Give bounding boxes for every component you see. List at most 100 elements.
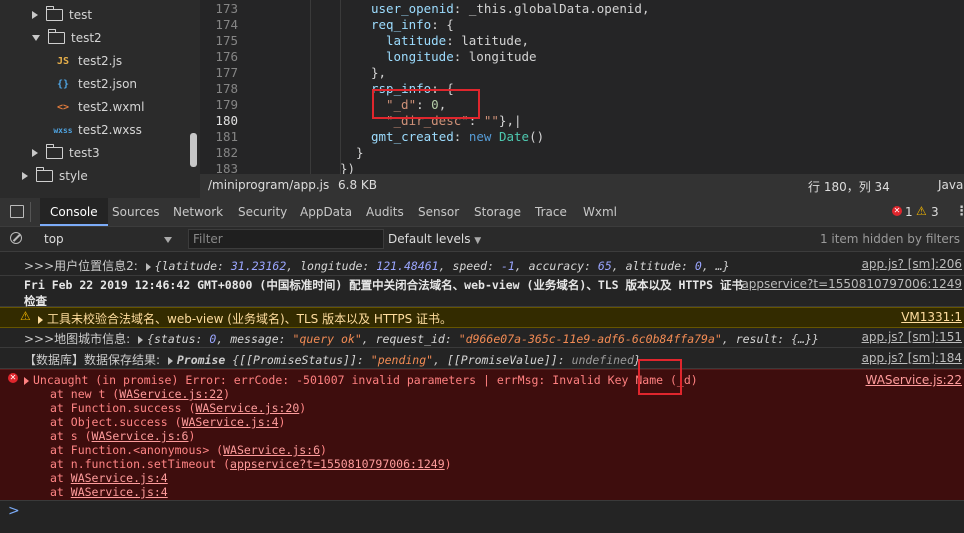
tree-scrollbar[interactable] <box>190 133 197 167</box>
js-file-icon: JS <box>56 55 70 67</box>
tree-item-test2-json[interactable]: {} test2.json <box>52 73 137 95</box>
highlight-box <box>372 89 480 119</box>
tree-item-test2-js[interactable]: JS test2.js <box>52 50 122 72</box>
stack-frame: at n.function.setTimeout (appservice?t=1… <box>50 457 452 471</box>
editor-status-bar: /miniprogram/app.js 6.8 KB 行 180，列 34 Ja… <box>200 174 964 198</box>
message-text: >>>用户位置信息2: {latitude: 31.23162, longitu… <box>24 257 730 274</box>
tree-item-label: test2.js <box>78 54 123 68</box>
stack-frame: at Function.success (WAService.js:20) <box>50 401 307 415</box>
stack-link[interactable]: WAService.js:4 <box>71 471 168 485</box>
warning-icon: ⚠ <box>20 309 31 323</box>
highlight-box <box>638 359 682 395</box>
tab-storage[interactable]: Storage <box>474 198 521 226</box>
stack-frame: at new t (WAService.js:22) <box>50 387 231 401</box>
caret-right-icon[interactable] <box>32 149 38 157</box>
context-selector[interactable]: top <box>38 227 178 251</box>
error-icon: ✕ <box>892 206 902 216</box>
tab-sensor[interactable]: Sensor <box>418 198 459 226</box>
caret-right-icon[interactable] <box>22 172 28 180</box>
source-link[interactable]: app.js? [sm]:206 <box>862 257 962 271</box>
more-menu-icon[interactable]: ⋮ <box>955 204 964 219</box>
context-value: top <box>44 232 64 246</box>
stack-link[interactable]: appservice?t=1550810797006:1249 <box>230 457 445 471</box>
line-number: 173 <box>215 1 238 16</box>
wxml-file-icon: <> <box>56 101 70 113</box>
stack-frame: at s (WAService.js:6) <box>50 429 196 443</box>
log-object[interactable]: {latitude: 31.23162, longitude: 121.4846… <box>155 259 730 273</box>
console-message: 【数据库】数据保存结果: Promise {[[PromiseStatus]]:… <box>0 348 964 369</box>
tab-console[interactable]: Console <box>40 198 108 226</box>
stack-link[interactable]: WAService.js:22 <box>119 387 223 401</box>
message-text: 工具未校验合法域名、web-view (业务域名)、TLS 版本以及 HTTPS… <box>34 310 452 327</box>
log-object[interactable]: Promise {[[PromiseStatus]]: "pending", [… <box>177 353 641 367</box>
filter-input[interactable]: Filter <box>188 229 384 249</box>
source-link[interactable]: VM1331:1 <box>901 310 962 324</box>
log-object[interactable]: {status: 0, message: "query ok", request… <box>147 332 819 346</box>
language-mode[interactable]: Java <box>938 178 963 192</box>
expand-triangle-icon[interactable] <box>138 335 144 344</box>
console-prompt[interactable]: > <box>8 503 20 519</box>
log-prefix: >>>地图城市信息: <box>24 332 131 346</box>
line-number: 181 <box>215 129 238 144</box>
tab-wxml[interactable]: Wxml <box>583 198 617 226</box>
file-tree: test test2 JS test2.js {} test2.json <> … <box>0 0 200 198</box>
line-number: 174 <box>215 17 238 32</box>
line-number: 182 <box>215 145 238 160</box>
code-line: latitude: latitude, <box>386 33 530 48</box>
source-link[interactable]: appservice?t=1550810797006:1249 <box>741 277 962 291</box>
source-link[interactable]: app.js? [sm]:184 <box>862 351 962 365</box>
tab-audits[interactable]: Audits <box>366 198 404 226</box>
tab-network[interactable]: Network <box>173 198 223 226</box>
code-editor[interactable]: 173 174 175 176 177 178 179 180 181 182 … <box>200 0 964 174</box>
line-number: 183 <box>215 161 238 174</box>
folder-icon <box>45 144 63 159</box>
code-line: req_info: { <box>371 17 454 32</box>
line-number-current: 180 <box>215 113 238 128</box>
wxss-file-icon: wxss <box>53 125 73 135</box>
log-line: Fri Feb 22 2019 12:46:42 GMT+0800 (中国标准时… <box>24 278 743 292</box>
tree-item-test2-wxml[interactable]: <> test2.wxml <box>52 96 144 118</box>
stack-frame: at Function.<anonymous> (WAService.js:6) <box>50 443 327 457</box>
cursor-position: 行 180，列 34 <box>808 180 890 194</box>
expand-triangle-icon[interactable] <box>167 356 173 365</box>
source-link[interactable]: WAService.js:22 <box>866 373 962 387</box>
tree-item-style[interactable]: style <box>22 165 88 187</box>
ide-top-area: test test2 JS test2.js {} test2.json <> … <box>0 0 964 198</box>
devtools-tabbar: Console Sources Network Security AppData… <box>0 198 964 227</box>
tab-trace[interactable]: Trace <box>535 198 567 226</box>
tree-item-test3[interactable]: test3 <box>32 142 100 164</box>
expand-triangle-icon[interactable] <box>24 376 29 385</box>
folder-icon <box>35 167 53 182</box>
expand-triangle-icon[interactable] <box>145 262 151 271</box>
stack-link[interactable]: WAService.js:4 <box>182 415 279 429</box>
log-levels-dropdown[interactable]: Default levels ▼ <box>388 227 481 251</box>
error-count[interactable]: 1 <box>905 205 913 219</box>
caret-down-icon[interactable] <box>32 35 40 41</box>
hidden-count: 1 item hidden by filters <box>819 232 960 246</box>
tab-appdata[interactable]: AppData <box>300 198 352 226</box>
line-number: 178 <box>215 81 238 96</box>
tab-security[interactable]: Security <box>238 198 287 226</box>
warning-text: 工具未校验合法域名、web-view (业务域名)、TLS 版本以及 HTTPS… <box>47 312 453 326</box>
code-line: user_openid: _this.globalData.openid, <box>371 1 650 16</box>
error-text: Uncaught (in promise) Error: errCode: -5… <box>24 373 698 387</box>
stack-link[interactable]: WAService.js:6 <box>223 443 320 457</box>
caret-right-icon[interactable] <box>32 11 38 19</box>
tree-item-label: test3 <box>69 146 100 160</box>
source-link[interactable]: app.js? [sm]:151 <box>862 330 962 344</box>
tree-item-test[interactable]: test <box>32 4 92 26</box>
tree-item-test2-wxss[interactable]: wxss test2.wxss <box>52 119 142 141</box>
stack-frame: at WAService.js:4 <box>50 485 168 499</box>
devtools-panel: Console Sources Network Security AppData… <box>0 198 964 533</box>
stack-link[interactable]: WAService.js:20 <box>195 401 299 415</box>
stack-link[interactable]: WAService.js:6 <box>92 429 189 443</box>
stack-link[interactable]: WAService.js:4 <box>71 485 168 499</box>
file-path: /miniprogram/app.js <box>208 178 330 192</box>
tree-item-label: test2 <box>71 31 102 45</box>
tab-sources[interactable]: Sources <box>112 198 159 226</box>
warning-count[interactable]: 3 <box>931 205 939 219</box>
console-message: >>>地图城市信息: {status: 0, message: "query o… <box>0 327 964 348</box>
expand-triangle-icon[interactable] <box>38 315 43 324</box>
inspect-element-icon[interactable] <box>10 205 24 218</box>
tree-item-test2[interactable]: test2 <box>32 27 102 49</box>
